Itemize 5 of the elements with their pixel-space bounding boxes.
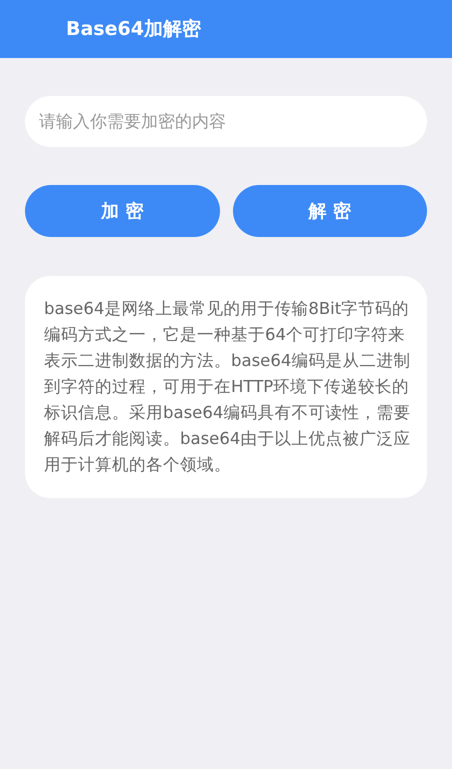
encode-button[interactable]: 加 密 [25, 185, 220, 237]
input-field[interactable]: 请输入你需要加密的内容 [25, 96, 427, 147]
description-text: base64是网络上最常见的用于传输8Bit字节码的编码方式之一，它是一种基于64个可打印字符来表示二进制数据的方法。base64编码是从二进制到字符的过程，可用于在HTTP环境下传递较长的标识信息。采用base64编码具有不可读性，需要解码后才能阅读。base64由于以上优点被广泛应用于计算机的各个领域。 [44, 298, 411, 476]
decode-button[interactable]: 解 密 [232, 185, 427, 237]
app-title: Base64加解密 [66, 17, 201, 42]
